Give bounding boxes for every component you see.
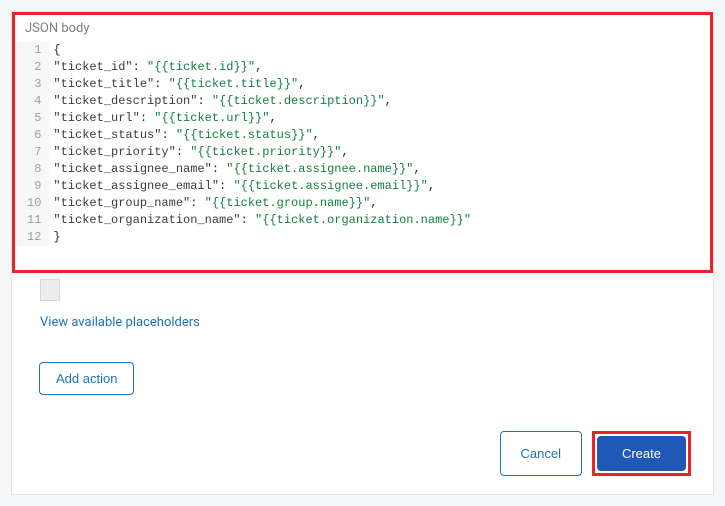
section-label: JSON body [15, 15, 710, 40]
add-action-button[interactable]: Add action [39, 362, 134, 395]
footer-actions: Cancel Create [12, 413, 713, 494]
json-body-editor[interactable]: 123456789101112 {"ticket_id": "{{ticket.… [15, 40, 710, 258]
view-placeholders-link[interactable]: View available placeholders [12, 301, 713, 346]
line-gutter: 123456789101112 [15, 42, 49, 246]
cancel-button[interactable]: Cancel [500, 431, 582, 476]
create-highlight: Create [592, 431, 691, 476]
collapsed-control[interactable] [40, 279, 60, 301]
code-content[interactable]: {"ticket_id": "{{ticket.id}}","ticket_ti… [49, 42, 471, 246]
json-body-section: JSON body 123456789101112 {"ticket_id": … [12, 12, 713, 273]
create-button[interactable]: Create [597, 436, 686, 471]
